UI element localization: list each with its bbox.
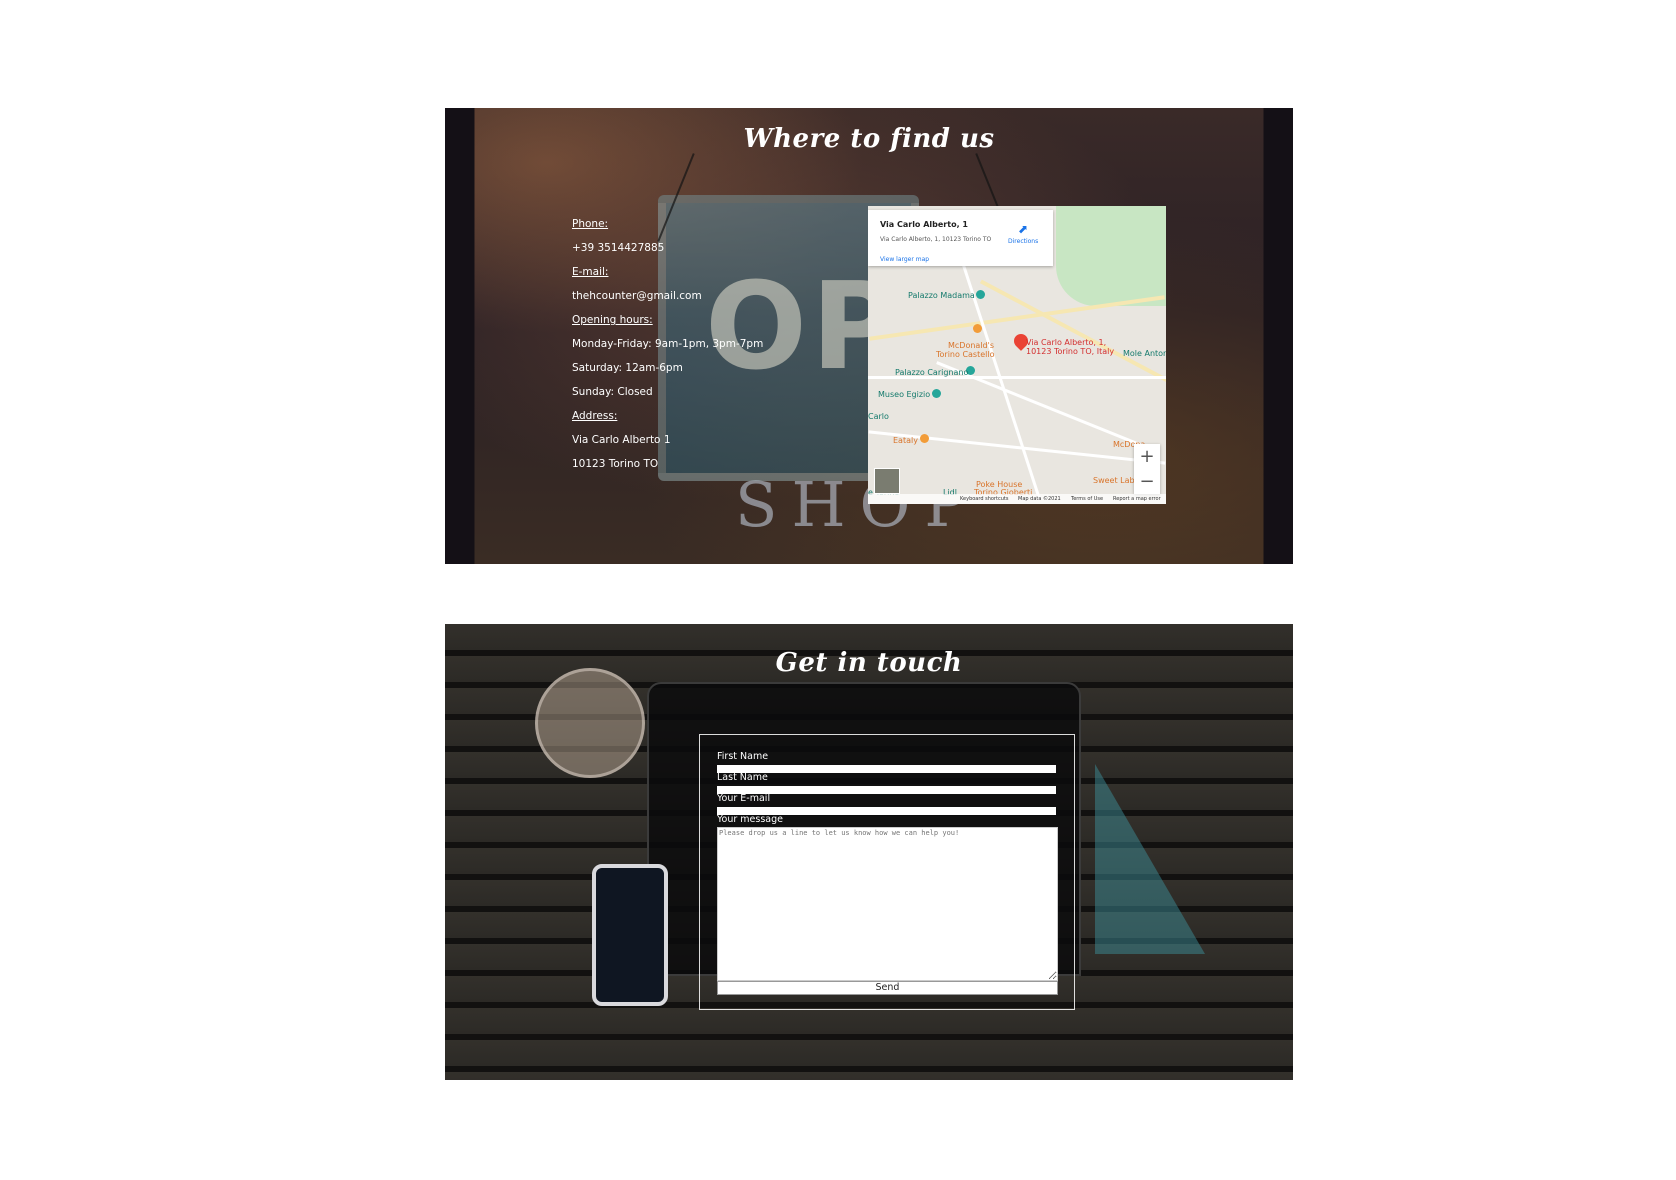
poi-mcdonalds-castello[interactable]: Torino Castello <box>936 350 995 359</box>
map-attribution: Keyboard shortcuts Map data ©2021 Terms … <box>868 494 1166 504</box>
first-name-label: First Name <box>717 751 769 762</box>
map-card-title: Via Carlo Alberto, 1 <box>880 220 968 229</box>
address-city: 10123 Torino TO <box>572 458 659 470</box>
address-label: Address: <box>572 410 618 422</box>
zoom-in-button[interactable]: + <box>1134 444 1160 469</box>
email-value: thehcounter@gmail.com <box>572 290 702 302</box>
get-in-touch-title: Get in touch <box>775 648 963 678</box>
phone-value: +39 3514427885 <box>572 242 665 254</box>
contact-info: Phone: +39 3514427885 E-mail: thehcounte… <box>572 212 763 476</box>
address-street: Via Carlo Alberto 1 <box>572 434 671 446</box>
map-park <box>1056 206 1166 306</box>
zoom-controls[interactable]: + − <box>1134 444 1160 494</box>
phone-label: Phone: <box>572 218 609 230</box>
message-label: Your message <box>717 814 783 825</box>
ruler-decoration <box>1095 764 1205 954</box>
coffee-cup-decoration <box>535 668 645 778</box>
poi-palazzo-madama[interactable]: Palazzo Madama <box>908 291 975 300</box>
send-button[interactable]: Send <box>717 981 1058 995</box>
pin-label-line-2: 10123 Torino TO, Italy <box>1026 347 1115 356</box>
email-label: E-mail: <box>572 266 609 278</box>
map-card-address: Via Carlo Alberto, 1, 10123 Torino TO <box>880 236 992 243</box>
phone-decoration <box>592 864 668 1006</box>
satellite-toggle[interactable] <box>874 468 900 494</box>
map-data-text: Map data ©2021 <box>1018 496 1061 502</box>
poi-mcdonalds[interactable]: McDonald's <box>948 341 994 350</box>
poi-mole[interactable]: Mole Anton <box>1123 349 1166 358</box>
keyboard-shortcuts-link[interactable]: Keyboard shortcuts <box>960 496 1008 502</box>
poi-palazzo-carignano[interactable]: Palazzo Carignano <box>895 368 968 377</box>
restaurant-icon <box>973 324 982 333</box>
poi-sweet-lab[interactable]: Sweet Lab <box>1093 476 1135 485</box>
poi-eataly[interactable]: Eataly <box>893 436 918 445</box>
find-us-section: OPE SHOP Where to find us Phone: +39 351… <box>445 108 1293 564</box>
directions-link[interactable]: Directions <box>1008 238 1038 245</box>
last-name-label: Last Name <box>717 772 768 783</box>
shopping-icon <box>920 434 929 443</box>
google-map[interactable]: Via Carlo Alberto, 1 Via Carlo Alberto, … <box>868 206 1166 504</box>
find-us-title: Where to find us <box>743 124 995 154</box>
poi-museo-egizio[interactable]: Museo Egizio <box>878 390 930 399</box>
pin-label-line-1: Via Carlo Alberto, 1, <box>1026 338 1107 347</box>
map-place-card: Via Carlo Alberto, 1 Via Carlo Alberto, … <box>868 210 1053 266</box>
view-larger-map-link[interactable]: View larger map <box>880 256 929 263</box>
hours-sunday: Sunday: Closed <box>572 386 653 398</box>
message-textarea[interactable] <box>717 827 1058 981</box>
hours-saturday: Saturday: 12am-6pm <box>572 362 683 374</box>
zoom-out-button[interactable]: − <box>1134 469 1160 494</box>
email-label: Your E-mail <box>717 793 771 804</box>
poi-dot-icon <box>976 290 985 299</box>
directions-icon[interactable]: ⬈ <box>1018 222 1028 236</box>
report-error-link[interactable]: Report a map error <box>1113 496 1161 502</box>
poi-dot-icon <box>932 389 941 398</box>
get-in-touch-section: Get in touch First Name Last Name Your E… <box>445 624 1293 1080</box>
opening-hours-label: Opening hours: <box>572 314 653 326</box>
terms-link[interactable]: Terms of Use <box>1071 496 1103 502</box>
poi-carlo: Carlo <box>868 412 889 421</box>
hours-weekdays: Monday-Friday: 9am-1pm, 3pm-7pm <box>572 338 764 350</box>
contact-form: First Name Last Name Your E-mail Your me… <box>699 734 1075 1010</box>
